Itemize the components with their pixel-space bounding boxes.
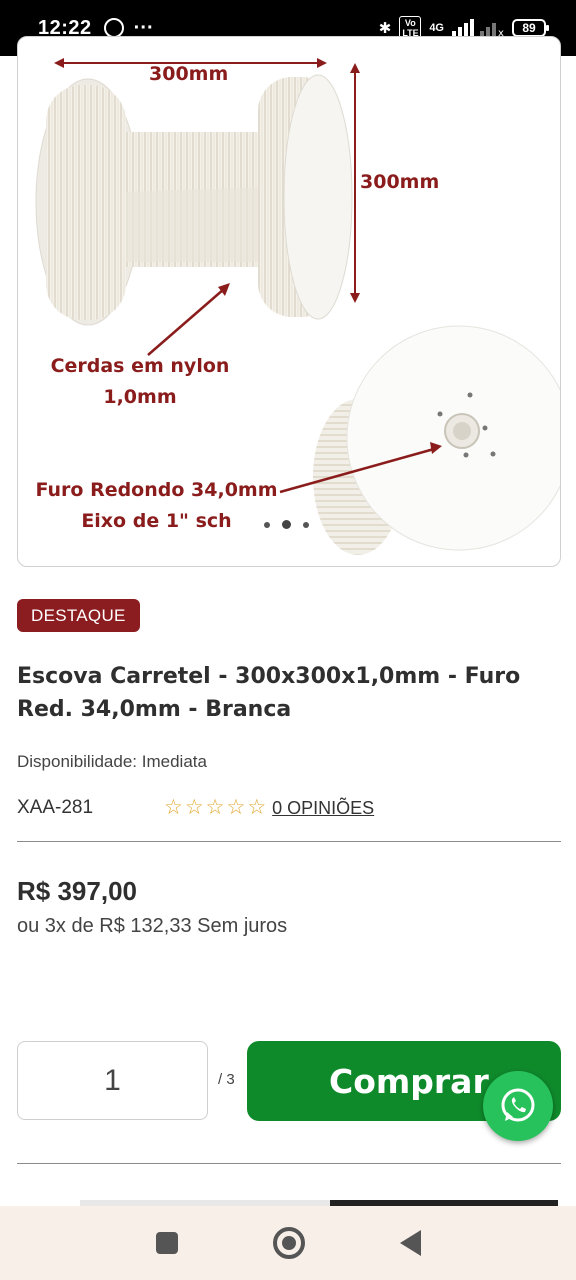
network-label: 4G: [429, 22, 444, 34]
bristles-label: Cerdas em nylon 1,0mm: [40, 351, 240, 413]
star-empty-icon: ☆: [164, 796, 183, 819]
height-label: 300mm: [360, 171, 440, 193]
carousel-dot-active[interactable]: [282, 520, 291, 529]
carousel-dot[interactable]: [264, 521, 270, 528]
featured-badge: DESTAQUE: [17, 599, 140, 632]
star-empty-icon: ☆: [247, 796, 267, 819]
whatsapp-chat-button[interactable]: [483, 1071, 553, 1141]
star-empty-icon: ☆: [205, 796, 225, 819]
bristles-label-line1: Cerdas em nylon: [50, 355, 230, 377]
battery-icon: 89: [512, 19, 549, 37]
divider: [17, 841, 561, 842]
hole-label: Furo Redondo 34,0mm Eixo de 1" sch: [34, 475, 279, 537]
product-title: Escova Carretel - 300x300x1,0mm - Furo R…: [17, 664, 521, 722]
availability-text: Disponibilidade: Imediata: [17, 752, 207, 771]
buy-button-label: Comprar: [329, 1061, 489, 1101]
carousel-dot[interactable]: [303, 521, 309, 528]
bluetooth-icon: ✱: [378, 20, 392, 37]
width-label: 300mm: [149, 63, 229, 85]
back-icon[interactable]: [399, 1230, 421, 1256]
more-notifications-icon: ···: [133, 17, 154, 39]
product-price: R$ 397,00: [17, 876, 137, 906]
stock-count: / 3: [218, 1071, 235, 1088]
hole-label-line1: Furo Redondo 34,0mm: [35, 479, 278, 501]
whatsapp-notification-icon: [103, 18, 124, 38]
hole-label-line2: Eixo de 1" sch: [81, 510, 232, 532]
signal-icon: x: [452, 19, 504, 38]
installments-text: ou 3x de R$ 132,33 Sem juros: [17, 915, 288, 937]
product-image-carousel[interactable]: 300mm 300mm Cerdas em nylon 1,0mm Furo R…: [17, 36, 561, 567]
star-empty-icon: ☆: [184, 796, 204, 819]
home-icon[interactable]: [272, 1227, 305, 1259]
recent-apps-icon[interactable]: [155, 1232, 178, 1254]
carousel-dots[interactable]: [264, 520, 309, 529]
rating[interactable]: ☆ ☆ ☆ ☆ ☆ 0 OPINIÕES: [164, 797, 374, 819]
divider: [17, 1163, 561, 1164]
product-sku: XAA-281: [17, 797, 94, 818]
reviews-link[interactable]: 0 OPINIÕES: [272, 798, 374, 819]
system-nav-bar: [0, 1206, 576, 1280]
whatsapp-icon: [501, 1088, 535, 1122]
quantity-input[interactable]: 1: [17, 1041, 208, 1120]
bristles-label-line2: 1,0mm: [103, 386, 177, 408]
star-empty-icon: ☆: [226, 796, 246, 819]
